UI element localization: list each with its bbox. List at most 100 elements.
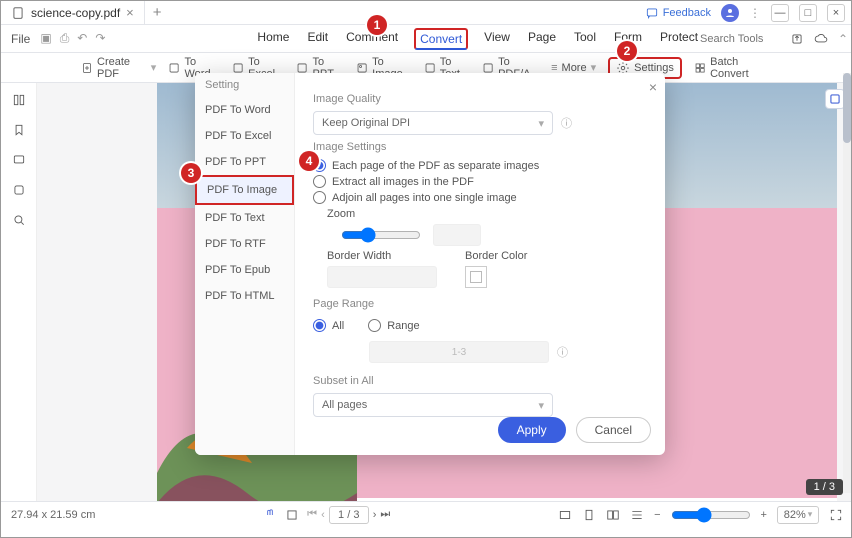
image-quality-select[interactable]: Keep Original DPI ▾ [313, 111, 553, 135]
two-page-icon[interactable] [606, 508, 620, 522]
save-icon[interactable]: ▣ [40, 31, 51, 46]
search-panel-icon[interactable] [12, 213, 26, 227]
page-indicator: 1 / 3 [806, 479, 843, 495]
annotation-4: 4 [299, 151, 319, 171]
option-adjoin-pages[interactable]: Adjoin all pages into one single image [313, 191, 647, 204]
zoom-out-icon[interactable]: − [654, 509, 660, 521]
settings-dialog: Setting × PDF To Word PDF To Excel PDF T… [195, 73, 665, 455]
new-tab-button[interactable]: + [145, 4, 170, 21]
last-page-icon[interactable]: ⏭ [380, 508, 390, 521]
border-color-picker[interactable] [465, 266, 487, 288]
document-tab[interactable]: science-copy.pdf × [1, 1, 145, 24]
info-icon[interactable]: ⓘ [557, 344, 568, 360]
zoom-slider[interactable] [341, 227, 421, 243]
file-menu[interactable]: File [1, 32, 40, 46]
chevron-down-icon: ▾ [151, 61, 157, 74]
batch-icon [694, 61, 706, 75]
status-dimensions: 27.94 x 21.59 cm [1, 509, 95, 521]
close-window-button[interactable]: × [827, 4, 845, 22]
sidebar-item-ppt[interactable]: PDF To PPT [195, 149, 294, 175]
tab-title: science-copy.pdf [31, 6, 120, 20]
chevron-down-icon: ▾ [808, 509, 813, 520]
sidebar-item-epub[interactable]: PDF To Epub [195, 257, 294, 283]
dialog-title: Setting [205, 79, 239, 91]
subset-select[interactable]: All pages ▾ [313, 393, 553, 417]
range-range-radio[interactable]: Range [368, 319, 419, 332]
page-input[interactable]: 1 / 3 [329, 506, 369, 524]
annotation-2: 2 [617, 41, 637, 61]
cloud-icon[interactable] [814, 32, 828, 46]
sidebar-item-image[interactable]: PDF To Image [195, 175, 294, 205]
zoom-in-icon[interactable]: + [761, 509, 767, 521]
sidebar-item-word[interactable]: PDF To Word [195, 97, 294, 123]
scrollbar-thumb[interactable] [843, 73, 851, 143]
menu-view[interactable]: View [482, 28, 512, 50]
redo-icon[interactable]: ↷ [95, 31, 105, 46]
share-icon[interactable] [790, 32, 804, 46]
fullscreen-icon[interactable] [829, 508, 843, 522]
feedback-link[interactable]: Feedback [645, 6, 711, 20]
image-settings-label: Image Settings [313, 141, 647, 153]
menu-protect[interactable]: Protect [658, 28, 700, 50]
zoom-value-box[interactable] [433, 224, 481, 246]
range-all-radio[interactable]: All [313, 319, 344, 332]
menu-convert[interactable]: Convert [414, 28, 468, 50]
option-separate-images[interactable]: Each page of the PDF as separate images [313, 159, 647, 172]
avatar[interactable] [721, 4, 739, 22]
zoom-slider[interactable] [671, 507, 751, 523]
fit-page-icon[interactable] [582, 508, 596, 522]
hand-tool-icon[interactable] [263, 508, 277, 522]
page-range-input[interactable]: 1-3 [369, 341, 549, 363]
fit-width-icon[interactable] [558, 508, 572, 522]
feedback-icon [645, 6, 659, 20]
subset-label: Subset in All [313, 375, 647, 387]
annotation-1: 1 [367, 15, 387, 35]
print-icon[interactable]: ⎙ [60, 31, 70, 46]
kebab-icon[interactable]: ⋮ [749, 6, 761, 20]
info-icon[interactable]: ⓘ [561, 115, 572, 131]
left-tool-strip [1, 83, 37, 501]
minimize-button[interactable]: — [771, 4, 789, 22]
page-navigator: ⏮ ‹ 1 / 3 › ⏭ [307, 506, 390, 524]
cancel-button[interactable]: Cancel [576, 417, 651, 443]
close-tab-icon[interactable]: × [126, 5, 134, 20]
zoom-value[interactable]: 82%▾ [777, 506, 819, 524]
annotation-3: 3 [181, 163, 201, 183]
sidebar-item-excel[interactable]: PDF To Excel [195, 123, 294, 149]
border-width-label: Border Width [327, 250, 437, 262]
menu-tool[interactable]: Tool [572, 28, 598, 50]
first-page-icon[interactable]: ⏮ [307, 508, 317, 521]
user-icon [724, 7, 736, 19]
ribbon-create-pdf[interactable]: Create PDF▾ [81, 56, 156, 80]
read-mode-icon[interactable] [630, 508, 644, 522]
next-page-icon[interactable]: › [373, 509, 377, 521]
menu-page[interactable]: Page [526, 28, 558, 50]
screenshot-tool-icon[interactable] [825, 89, 845, 109]
prev-page-icon[interactable]: ‹ [321, 509, 325, 521]
maximize-button[interactable]: □ [799, 4, 817, 22]
border-color-label: Border Color [465, 250, 527, 262]
sidebar-item-html[interactable]: PDF To HTML [195, 283, 294, 309]
thumbnails-icon[interactable] [12, 93, 26, 107]
menu-home[interactable]: Home [255, 28, 291, 50]
option-extract-images[interactable]: Extract all images in the PDF [313, 175, 647, 188]
word-icon [168, 61, 180, 75]
close-icon[interactable]: × [649, 79, 657, 95]
image-quality-label: Image Quality [313, 93, 647, 105]
zoom-label: Zoom [327, 208, 647, 220]
attachment-icon[interactable] [12, 183, 26, 197]
chevron-down-icon: ▾ [538, 399, 544, 412]
chevron-up-icon[interactable]: ⌃ [838, 32, 848, 46]
ribbon-batch-convert[interactable]: Batch Convert [694, 56, 771, 80]
sidebar-item-text[interactable]: PDF To Text [195, 205, 294, 231]
bookmark-icon[interactable] [12, 123, 26, 137]
undo-icon[interactable]: ↶ [77, 31, 87, 46]
apply-button[interactable]: Apply [498, 417, 566, 443]
chevron-down-icon: ▾ [538, 117, 544, 130]
search-input[interactable] [700, 33, 780, 45]
select-tool-icon[interactable] [285, 508, 299, 522]
sidebar-item-rtf[interactable]: PDF To RTF [195, 231, 294, 257]
comment-icon[interactable] [12, 153, 26, 167]
menu-edit[interactable]: Edit [305, 28, 330, 50]
border-width-input[interactable] [327, 266, 437, 288]
